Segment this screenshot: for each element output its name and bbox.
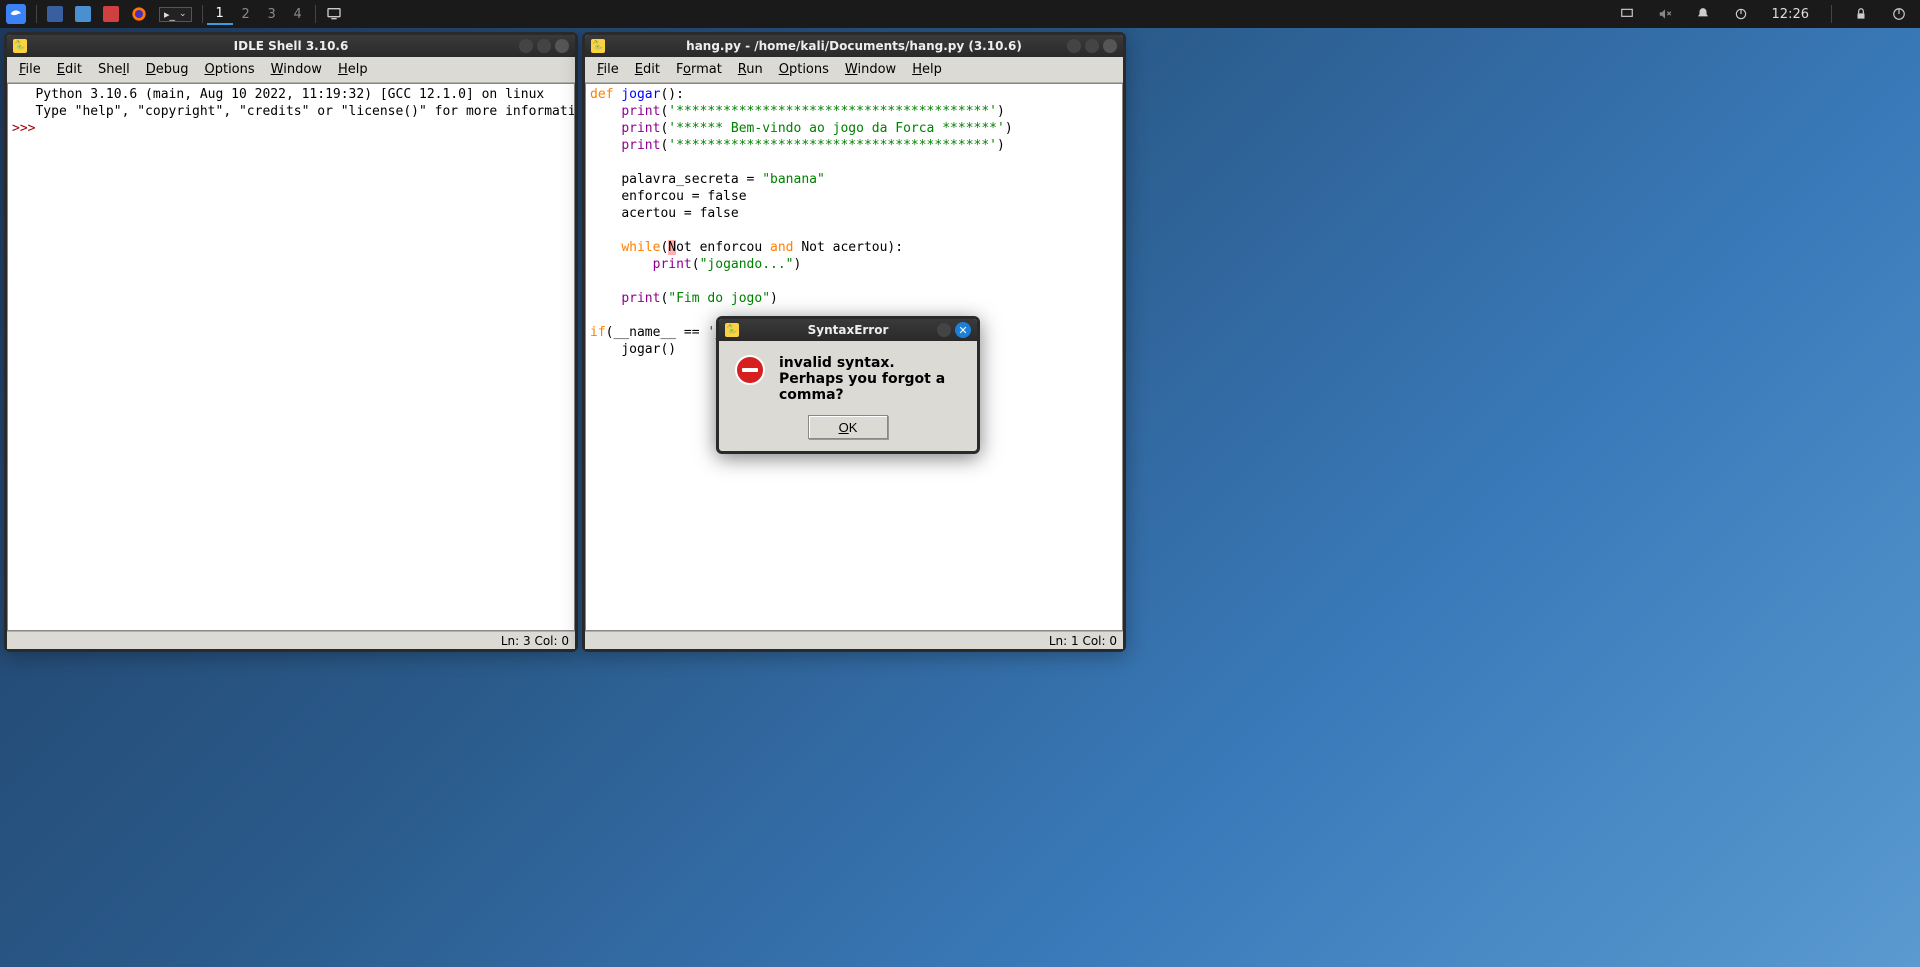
minimize-button[interactable] bbox=[1067, 39, 1081, 53]
app-launcher-1[interactable] bbox=[41, 0, 69, 28]
window-title: hang.py - /home/kali/Documents/hang.py (… bbox=[585, 39, 1123, 53]
lock-button[interactable] bbox=[1848, 0, 1874, 28]
dialog-close-button[interactable]: ✕ bbox=[955, 322, 971, 338]
syntaxerror-dialog: 🐍 SyntaxError ✕ invalid syntax. Perhaps … bbox=[716, 316, 980, 454]
power-indicator[interactable] bbox=[1728, 0, 1754, 28]
python-icon: 🐍 bbox=[13, 39, 27, 53]
separator bbox=[1831, 5, 1832, 23]
python-icon: 🐍 bbox=[591, 39, 605, 53]
close-button[interactable] bbox=[1103, 39, 1117, 53]
menu-format[interactable]: Format bbox=[668, 59, 730, 80]
shell-output[interactable]: >>> Python 3.10.6 (main, Aug 10 2022, 11… bbox=[7, 83, 575, 631]
dialog-titlebar[interactable]: 🐍 SyntaxError ✕ bbox=[719, 319, 977, 341]
menu-window[interactable]: Window bbox=[837, 59, 904, 80]
taskbar: ▸_⌄ 1 2 3 4 12:26 bbox=[0, 0, 1920, 28]
minimize-button[interactable] bbox=[519, 39, 533, 53]
logout-icon bbox=[1892, 7, 1906, 21]
notifications[interactable] bbox=[1690, 0, 1716, 28]
desktop-icon bbox=[326, 6, 342, 22]
dialog-body: invalid syntax. Perhaps you forgot a com… bbox=[719, 341, 977, 415]
taskbar-left: ▸_⌄ 1 2 3 4 bbox=[0, 0, 348, 28]
window-icon bbox=[47, 6, 63, 22]
python-icon: 🐍 bbox=[725, 323, 739, 337]
dialog-message: invalid syntax. Perhaps you forgot a com… bbox=[779, 355, 961, 403]
menu-window[interactable]: Window bbox=[263, 59, 330, 80]
window-title: IDLE Shell 3.10.6 bbox=[7, 39, 575, 53]
idle-shell-window: 🐍 IDLE Shell 3.10.6 File Edit Shell Debu… bbox=[4, 32, 578, 652]
firefox-icon bbox=[131, 6, 147, 22]
workspace-1[interactable]: 1 bbox=[207, 3, 233, 25]
menu-edit[interactable]: Edit bbox=[49, 59, 90, 80]
folder-icon bbox=[75, 6, 91, 22]
tray-item-1[interactable] bbox=[1614, 0, 1640, 28]
volume-muted[interactable] bbox=[1652, 0, 1678, 28]
menubar: File Edit Format Run Options Window Help bbox=[585, 57, 1123, 83]
menu-edit[interactable]: Edit bbox=[627, 59, 668, 80]
menu-options[interactable]: Options bbox=[196, 59, 262, 80]
cursor-position: Ln: 1 Col: 0 bbox=[1049, 634, 1117, 648]
text-editor-launcher[interactable] bbox=[97, 0, 125, 28]
menu-help[interactable]: Help bbox=[330, 59, 376, 80]
terminal-launcher[interactable]: ▸_⌄ bbox=[153, 0, 198, 28]
display-icon bbox=[1620, 7, 1634, 21]
workspace-4[interactable]: 4 bbox=[285, 3, 311, 25]
menu-debug[interactable]: Debug bbox=[138, 59, 197, 80]
document-icon bbox=[103, 6, 119, 22]
session-button[interactable] bbox=[1886, 0, 1912, 28]
separator bbox=[315, 5, 316, 23]
dialog-minimize-button[interactable] bbox=[937, 323, 951, 337]
menu-file[interactable]: File bbox=[589, 59, 627, 80]
maximize-button[interactable] bbox=[1085, 39, 1099, 53]
filemanager-launcher[interactable] bbox=[69, 0, 97, 28]
titlebar[interactable]: 🐍 hang.py - /home/kali/Documents/hang.py… bbox=[585, 35, 1123, 57]
firefox-launcher[interactable] bbox=[125, 0, 153, 28]
clock[interactable]: 12:26 bbox=[1766, 0, 1815, 28]
statusbar: Ln: 1 Col: 0 bbox=[585, 631, 1123, 649]
menu-shell[interactable]: Shell bbox=[90, 59, 138, 80]
separator bbox=[202, 5, 203, 23]
workspace-3[interactable]: 3 bbox=[259, 3, 285, 25]
close-button[interactable] bbox=[555, 39, 569, 53]
volume-mute-icon bbox=[1658, 7, 1672, 21]
separator bbox=[36, 5, 37, 23]
menu-help[interactable]: Help bbox=[904, 59, 950, 80]
taskbar-right: 12:26 bbox=[1614, 0, 1920, 28]
maximize-button[interactable] bbox=[537, 39, 551, 53]
menu-run[interactable]: Run bbox=[730, 59, 771, 80]
cursor-position: Ln: 3 Col: 0 bbox=[501, 634, 569, 648]
menu-options[interactable]: Options bbox=[771, 59, 837, 80]
window-controls bbox=[519, 39, 569, 53]
window-controls bbox=[1067, 39, 1117, 53]
workspace-2[interactable]: 2 bbox=[233, 3, 259, 25]
power-icon bbox=[1734, 7, 1748, 21]
lock-icon bbox=[1854, 7, 1868, 21]
kali-icon bbox=[6, 4, 26, 24]
prompt-gutter: >>> bbox=[12, 86, 35, 628]
ok-button[interactable]: OK bbox=[808, 415, 888, 439]
error-icon bbox=[735, 355, 765, 385]
terminal-icon: ▸_⌄ bbox=[159, 7, 192, 22]
statusbar: Ln: 3 Col: 0 bbox=[7, 631, 575, 649]
bell-icon bbox=[1696, 7, 1710, 21]
dialog-buttons: OK bbox=[719, 415, 977, 451]
app-menu-button[interactable] bbox=[0, 0, 32, 28]
menubar: File Edit Shell Debug Options Window Hel… bbox=[7, 57, 575, 83]
shell-text: Python 3.10.6 (main, Aug 10 2022, 11:19:… bbox=[35, 86, 575, 628]
titlebar[interactable]: 🐍 IDLE Shell 3.10.6 bbox=[7, 35, 575, 57]
menu-file[interactable]: File bbox=[11, 59, 49, 80]
show-desktop-button[interactable] bbox=[320, 0, 348, 28]
